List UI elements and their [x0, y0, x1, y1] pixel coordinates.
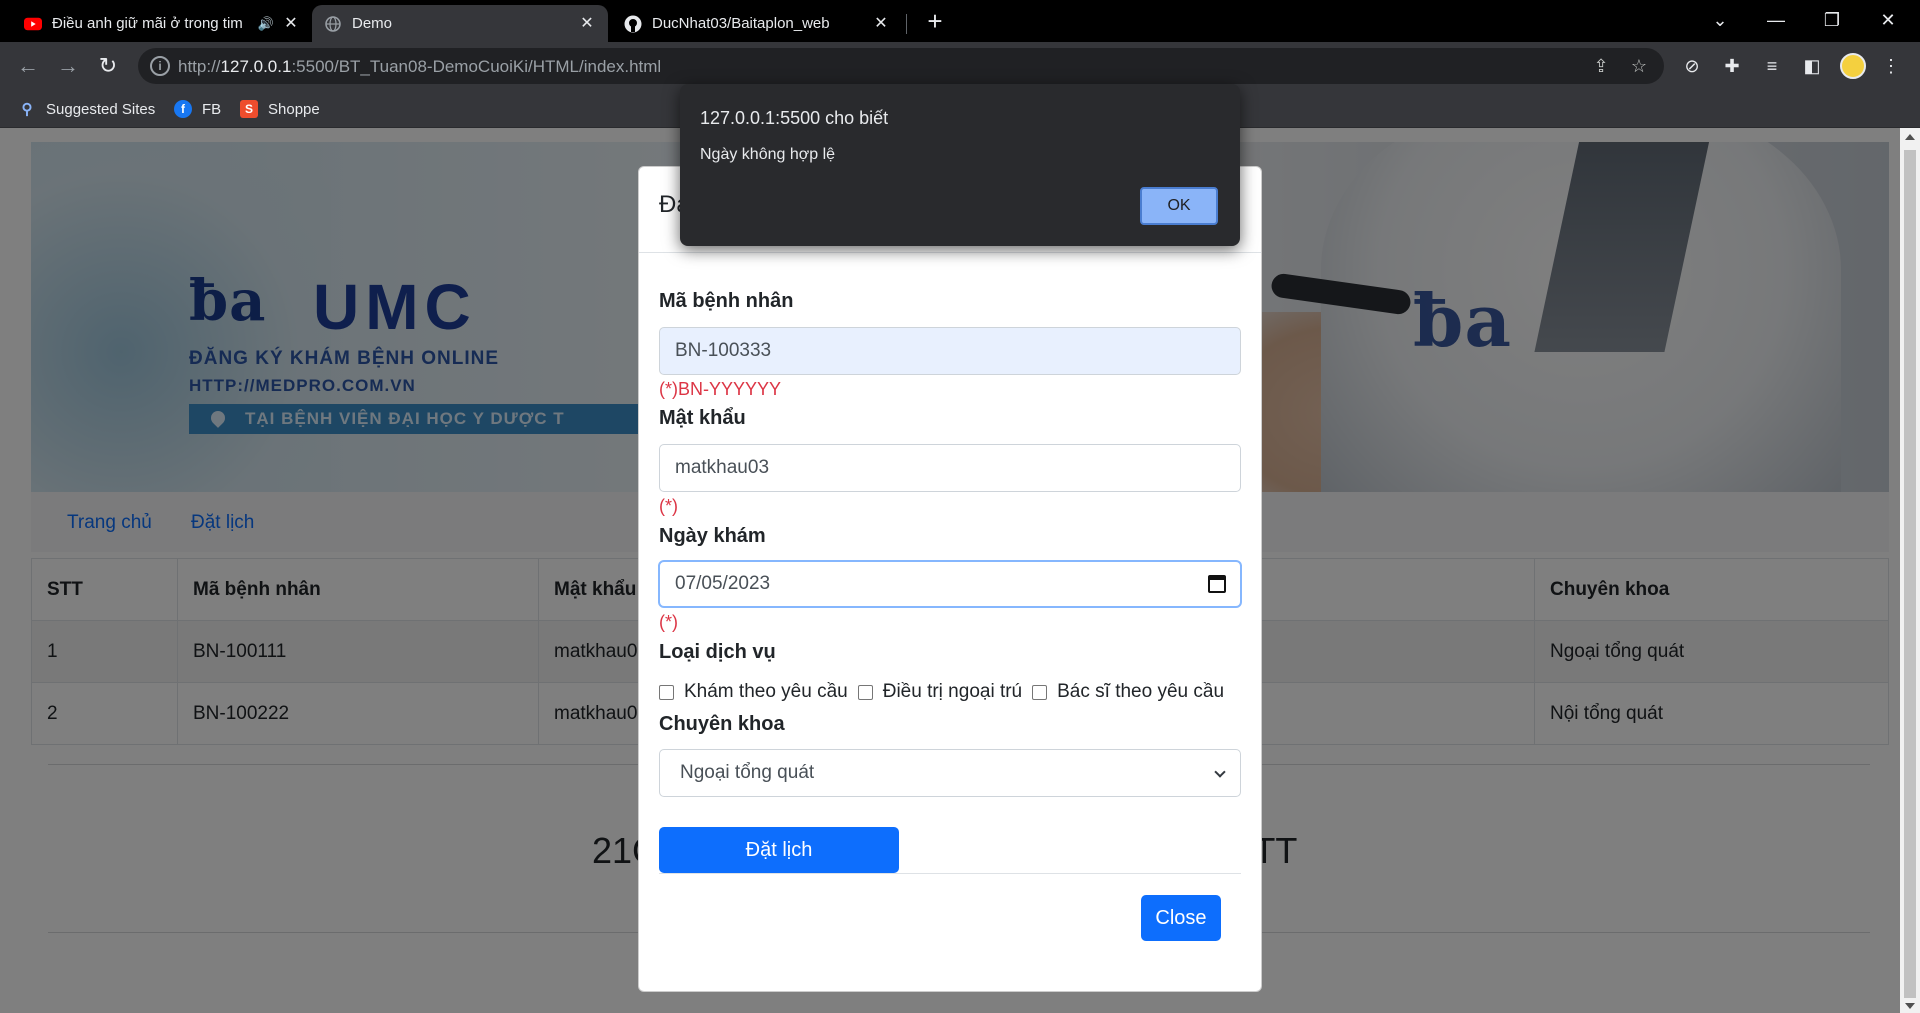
- browser-toolbar: ← → ↻ i http://127.0.0.1:5500/BT_Tuan08-…: [0, 42, 1920, 90]
- specialty-select[interactable]: Ngoại tổng quát: [659, 749, 1241, 797]
- github-icon: [624, 15, 642, 33]
- bookmark-label: Shoppe: [268, 100, 320, 118]
- alert-message: Ngày không hợp lệ: [700, 146, 836, 163]
- calendar-icon[interactable]: [1208, 575, 1226, 593]
- media-control-icon[interactable]: ≡: [1759, 53, 1785, 79]
- scrollbar-thumb[interactable]: [1904, 150, 1916, 998]
- alert-dialog: 127.0.0.1:5500 cho biết Ngày không hợp l…: [680, 84, 1240, 246]
- compass-icon[interactable]: ⊘: [1679, 53, 1705, 79]
- side-panel-icon[interactable]: ◧: [1799, 53, 1825, 79]
- service-checkbox-2[interactable]: [857, 684, 873, 700]
- address-bar[interactable]: i http://127.0.0.1:5500/BT_Tuan08-DemoCu…: [138, 48, 1664, 84]
- submit-booking-button[interactable]: Đặt lịch: [659, 827, 899, 873]
- browser-titlebar: Điều anh giữ mãi ở trong tim 🔊 ✕ Demo ✕ …: [0, 0, 1920, 42]
- shopee-bag-icon: S: [240, 100, 258, 118]
- facebook-icon: f: [174, 100, 192, 118]
- scroll-up-arrow-icon[interactable]: [1905, 134, 1915, 140]
- bookmark-suggested-sites[interactable]: ⚲ Suggested Sites: [18, 98, 156, 120]
- tab-search-icon[interactable]: ⌄: [1692, 0, 1748, 40]
- youtube-icon: [24, 15, 42, 33]
- date-value: 07/05/2023: [675, 573, 771, 594]
- scroll-down-arrow-icon[interactable]: [1905, 1003, 1915, 1009]
- service-checkbox-3[interactable]: [1032, 684, 1048, 700]
- extensions-icon[interactable]: ✚: [1719, 53, 1745, 79]
- service-checkbox-1[interactable]: [659, 684, 674, 700]
- service-option-label[interactable]: Bác sĩ theo yêu cầu: [1057, 681, 1224, 703]
- close-modal-button[interactable]: Close: [1141, 895, 1221, 941]
- tab-github[interactable]: DucNhat03/Baitaplon_web ✕: [612, 5, 902, 42]
- service-label: Loại dịch vụ: [659, 641, 776, 663]
- date-input[interactable]: 07/05/2023: [659, 561, 1241, 607]
- tab-title: Demo: [352, 15, 393, 32]
- patient-id-label: Mã bệnh nhân: [659, 290, 794, 312]
- globe-icon: [324, 15, 342, 33]
- tab-title: DucNhat03/Baitaplon_web: [652, 15, 830, 32]
- url-text[interactable]: http://127.0.0.1:5500/BT_Tuan08-DemoCuoi…: [178, 57, 661, 77]
- tab-separator: [906, 14, 907, 34]
- patient-id-input[interactable]: BN-100333: [659, 327, 1241, 375]
- back-button[interactable]: ←: [12, 50, 44, 82]
- specialty-selected-value: Ngoại tổng quát: [680, 762, 815, 783]
- tab-youtube[interactable]: Điều anh giữ mãi ở trong tim 🔊 ✕: [12, 5, 312, 42]
- close-tab-icon[interactable]: ✕: [578, 15, 596, 33]
- close-tab-icon[interactable]: ✕: [282, 15, 300, 33]
- speaker-icon[interactable]: 🔊: [258, 16, 274, 32]
- date-error: (*): [659, 612, 678, 632]
- reload-button[interactable]: ↻: [92, 50, 124, 82]
- bookmark-star-icon[interactable]: ☆: [1628, 55, 1650, 77]
- modal-footer-divider: [659, 873, 1241, 874]
- password-input[interactable]: matkhau03: [659, 444, 1241, 492]
- bookmark-label: FB: [202, 100, 222, 118]
- bookmark-shoppe[interactable]: S Shoppe: [240, 98, 320, 120]
- bookmark-label: Suggested Sites: [46, 100, 156, 118]
- new-tab-button[interactable]: +: [922, 8, 948, 35]
- close-tab-icon[interactable]: ✕: [872, 15, 890, 33]
- close-window-button[interactable]: ✕: [1860, 0, 1916, 40]
- url-host: 127.0.0.1: [220, 57, 292, 76]
- date-label: Ngày khám: [659, 525, 766, 547]
- minimize-button[interactable]: —: [1748, 0, 1804, 40]
- profile-avatar[interactable]: [1840, 53, 1866, 79]
- tab-title: Điều anh giữ mãi ở trong tim: [52, 15, 243, 32]
- specialty-label: Chuyên khoa: [659, 713, 785, 735]
- share-icon[interactable]: ⇪: [1590, 55, 1612, 77]
- password-label: Mật khẩu: [659, 407, 746, 429]
- page-scrollbar[interactable]: [1900, 128, 1920, 1013]
- site-info-icon[interactable]: i: [150, 56, 170, 76]
- menu-icon[interactable]: ⋮: [1878, 53, 1904, 79]
- search-icon: ⚲: [21, 101, 33, 118]
- service-option-label[interactable]: Khám theo yêu cầu: [684, 681, 848, 703]
- chevron-down-icon: [1214, 766, 1226, 778]
- alert-origin: 127.0.0.1:5500 cho biết: [700, 108, 889, 128]
- tab-demo[interactable]: Demo ✕: [312, 5, 608, 42]
- password-error: (*): [659, 496, 678, 516]
- url-prefix: http://: [178, 57, 221, 76]
- url-path: :5500/BT_Tuan08-DemoCuoiKi/HTML/index.ht…: [291, 57, 662, 76]
- patient-id-error: (*)BN-YYYYYY: [659, 379, 782, 399]
- restore-button[interactable]: ❐: [1804, 0, 1860, 40]
- service-options: Khám theo yêu cầu Điều trị ngoại trú Bác…: [659, 681, 1259, 703]
- service-option-label[interactable]: Điều trị ngoại trú: [883, 681, 1022, 703]
- booking-modal: Đa Mã bệnh nhân BN-100333 (*)BN-YYYYYY M…: [638, 166, 1262, 992]
- forward-button[interactable]: →: [52, 50, 84, 82]
- alert-ok-button[interactable]: OK: [1140, 187, 1218, 225]
- bookmark-fb[interactable]: f FB: [174, 98, 221, 120]
